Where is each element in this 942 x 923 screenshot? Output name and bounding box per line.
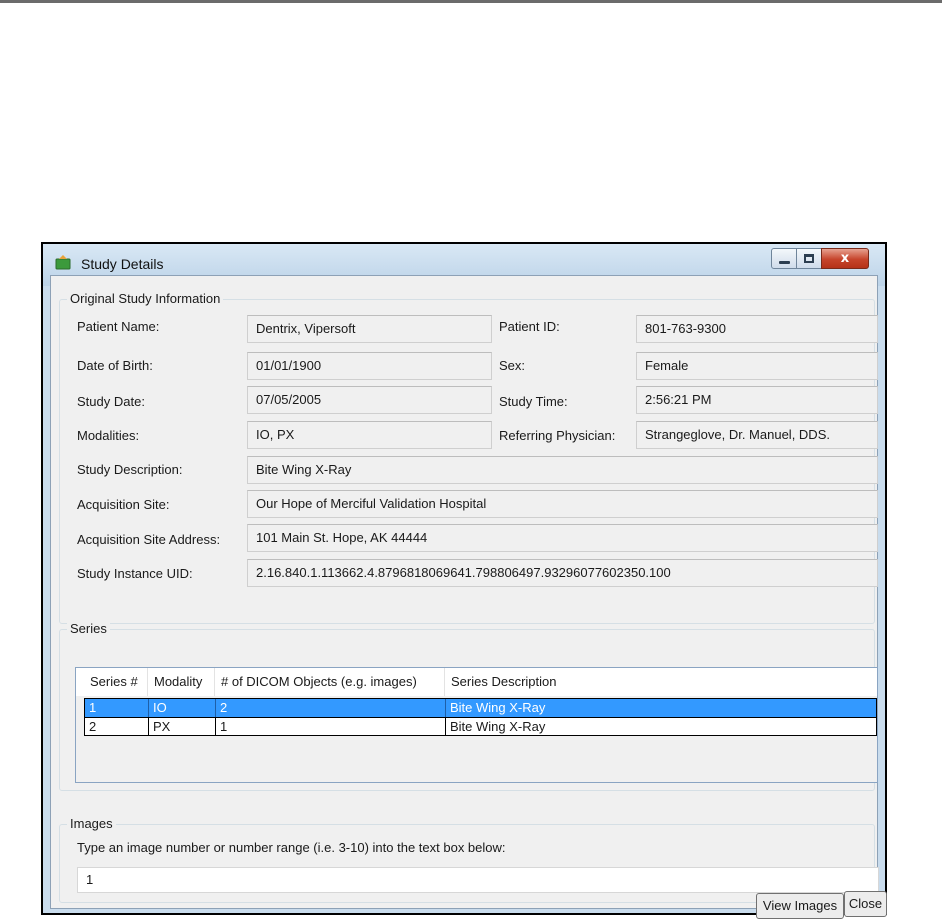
series-table-header: Series # Modality # of DICOM Objects (e.… xyxy=(76,668,877,696)
date-of-birth-label: Date of Birth: xyxy=(77,358,153,373)
table-row[interactable]: 1 IO 2 Bite Wing X-Ray xyxy=(84,698,877,717)
patient-name-label: Patient Name: xyxy=(77,319,160,334)
app-icon xyxy=(55,255,71,270)
study-time-field[interactable]: 2:56:21 PM xyxy=(636,386,878,414)
cell-series-description: Bite Wing X-Ray xyxy=(450,700,546,715)
study-time-label: Study Time: xyxy=(499,394,568,409)
referring-physician-label: Referring Physician: xyxy=(499,428,616,443)
close-icon: x xyxy=(840,251,850,266)
images-group-label: Images xyxy=(67,816,116,831)
patient-id-label: Patient ID: xyxy=(499,319,560,334)
cell-dicom-objects: 2 xyxy=(216,699,446,717)
images-instruction-text: Type an image number or number range (i.… xyxy=(77,840,506,855)
study-instance-uid-field[interactable]: 2.16.840.1.113662.4.8796818069641.798806… xyxy=(247,559,878,587)
top-border xyxy=(0,0,942,3)
cell-series-number: 2 xyxy=(85,718,149,736)
column-header-modality[interactable]: Modality xyxy=(148,668,215,696)
maximize-icon xyxy=(804,254,814,263)
study-description-label: Study Description: xyxy=(77,462,183,477)
window-title: Study Details xyxy=(81,256,164,272)
column-header-series-number[interactable]: Series # xyxy=(84,668,148,696)
acquisition-site-address-field[interactable]: 101 Main St. Hope, AK 44444 xyxy=(247,524,878,552)
acquisition-site-label: Acquisition Site: xyxy=(77,497,170,512)
series-group-label: Series xyxy=(67,621,110,636)
study-description-field[interactable]: Bite Wing X-Ray xyxy=(247,456,878,484)
column-header-dicom-objects[interactable]: # of DICOM Objects (e.g. images) xyxy=(215,668,445,696)
maximize-button[interactable] xyxy=(796,248,822,269)
patient-id-field[interactable]: 801-763-9300 xyxy=(636,315,878,343)
cell-dicom-objects: 1 xyxy=(216,718,446,736)
cell-series-description: Bite Wing X-Ray xyxy=(450,719,546,734)
cell-series-number: 1 xyxy=(85,699,149,717)
image-number-input[interactable]: 1 xyxy=(77,867,879,893)
date-of-birth-field[interactable]: 01/01/1900 xyxy=(247,352,492,380)
sex-label: Sex: xyxy=(499,358,526,373)
modalities-field[interactable]: IO, PX xyxy=(247,421,492,449)
study-details-window: Study Details x Original Study Informati… xyxy=(41,242,887,919)
acquisition-site-field[interactable]: Our Hope of Merciful Validation Hospital xyxy=(247,490,878,518)
study-date-field[interactable]: 07/05/2005 xyxy=(247,386,492,414)
sex-field[interactable]: Female xyxy=(636,352,878,380)
patient-name-field[interactable]: Dentrix, Vipersoft xyxy=(247,315,492,343)
modalities-label: Modalities: xyxy=(77,428,140,443)
study-instance-uid-label: Study Instance UID: xyxy=(77,566,193,581)
cell-modality: IO xyxy=(149,699,216,717)
series-table[interactable]: Series # Modality # of DICOM Objects (e.… xyxy=(75,667,878,783)
study-date-label: Study Date: xyxy=(77,394,145,409)
close-window-button[interactable]: x xyxy=(821,248,869,269)
cell-modality: PX xyxy=(149,718,216,736)
acquisition-site-address-label: Acquisition Site Address: xyxy=(77,532,221,547)
original-study-group-label: Original Study Information xyxy=(67,291,224,306)
dialog-client-area: Original Study Information Patient Name:… xyxy=(50,275,879,919)
referring-physician-field[interactable]: Strangeglove, Dr. Manuel, DDS. xyxy=(636,421,878,449)
view-images-button[interactable]: View Images xyxy=(756,893,844,919)
table-row[interactable]: 2 PX 1 Bite Wing X-Ray xyxy=(84,717,877,736)
minimize-icon xyxy=(779,261,790,264)
minimize-button[interactable] xyxy=(771,248,797,269)
close-dialog-button[interactable]: Close xyxy=(844,891,887,917)
column-header-series-description[interactable]: Series Description xyxy=(445,668,877,696)
